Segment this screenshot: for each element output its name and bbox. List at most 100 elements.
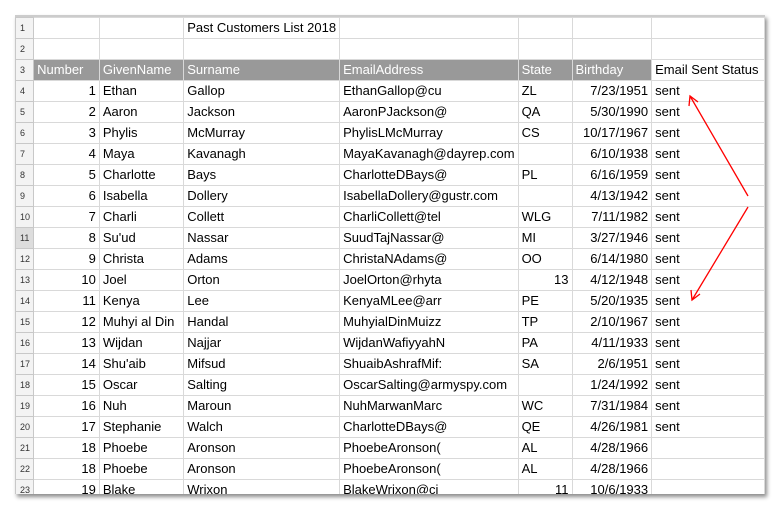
column-header[interactable]: GivenName xyxy=(98,59,185,81)
surname-cell[interactable]: Kavanagh xyxy=(183,143,341,165)
surname-cell[interactable]: Bays xyxy=(183,164,341,186)
state-cell[interactable] xyxy=(517,374,573,396)
surname-cell[interactable]: Orton xyxy=(183,269,341,291)
number-cell[interactable]: 2 xyxy=(33,101,100,123)
email-cell[interactable]: PhylisLMcMurray xyxy=(339,122,519,144)
birthday-cell[interactable]: 10/17/1967 xyxy=(571,122,653,144)
given-name-cell[interactable]: Nuh xyxy=(98,395,185,417)
number-cell[interactable]: 9 xyxy=(33,248,100,270)
birthday-cell[interactable]: 6/14/1980 xyxy=(571,248,653,270)
given-name-cell[interactable]: Blake xyxy=(98,479,185,494)
status-cell[interactable]: sent xyxy=(651,416,765,438)
number-cell[interactable]: 8 xyxy=(33,227,100,249)
status-cell[interactable]: sent xyxy=(651,374,765,396)
email-cell[interactable]: MuhyialDinMuizz xyxy=(339,311,519,333)
status-cell[interactable]: sent xyxy=(651,395,765,417)
surname-cell[interactable]: Handal xyxy=(183,311,341,333)
surname-cell[interactable]: Maroun xyxy=(183,395,341,417)
number-cell[interactable]: 3 xyxy=(33,122,100,144)
email-cell[interactable]: OscarSalting@armyspy.com xyxy=(339,374,519,396)
surname-cell[interactable]: Collett xyxy=(183,206,341,228)
birthday-cell[interactable]: 5/30/1990 xyxy=(571,101,653,123)
email-cell[interactable]: SuudTajNassar@ xyxy=(339,227,519,249)
row-header[interactable]: 5 xyxy=(15,101,35,123)
email-cell[interactable]: PhoebeAronson( xyxy=(339,458,519,480)
given-name-cell[interactable]: Charlotte xyxy=(98,164,185,186)
birthday-cell[interactable]: 6/16/1959 xyxy=(571,164,653,186)
state-cell[interactable]: CS xyxy=(517,122,573,144)
status-cell[interactable]: sent xyxy=(651,290,765,312)
row-header[interactable]: 1 xyxy=(15,17,35,39)
row-header[interactable]: 9 xyxy=(15,185,35,207)
state-cell[interactable]: AL xyxy=(517,437,573,459)
surname-cell[interactable]: Lee xyxy=(183,290,341,312)
row-header[interactable]: 17 xyxy=(15,353,35,375)
surname-cell[interactable]: Dollery xyxy=(183,185,341,207)
state-cell[interactable]: AL xyxy=(517,458,573,480)
status-cell[interactable]: sent xyxy=(651,164,765,186)
email-cell[interactable]: WijdanWafiyyahN xyxy=(339,332,519,354)
cell[interactable] xyxy=(517,17,573,39)
column-header[interactable]: Email Sent Status xyxy=(651,59,765,81)
row-header[interactable]: 18 xyxy=(15,374,35,396)
state-cell[interactable]: PE xyxy=(517,290,573,312)
number-cell[interactable]: 1 xyxy=(33,80,100,102)
row-header[interactable]: 12 xyxy=(15,248,35,270)
given-name-cell[interactable]: Phoebe xyxy=(98,458,185,480)
number-cell[interactable]: 14 xyxy=(33,353,100,375)
column-header[interactable]: Number xyxy=(33,59,100,81)
birthday-cell[interactable]: 2/6/1951 xyxy=(571,353,653,375)
birthday-cell[interactable]: 10/6/1933 xyxy=(571,479,653,494)
birthday-cell[interactable]: 4/11/1933 xyxy=(571,332,653,354)
email-cell[interactable]: AaronPJackson@ xyxy=(339,101,519,123)
given-name-cell[interactable]: Maya xyxy=(98,143,185,165)
row-header[interactable]: 7 xyxy=(15,143,35,165)
number-cell[interactable]: 11 xyxy=(33,290,100,312)
status-cell[interactable]: sent xyxy=(651,143,765,165)
email-cell[interactable]: CharliCollett@tel xyxy=(339,206,519,228)
status-cell[interactable]: sent xyxy=(651,332,765,354)
status-cell[interactable] xyxy=(651,437,765,459)
surname-cell[interactable]: Wrixon xyxy=(183,479,341,494)
email-cell[interactable]: CharlotteDBays@ xyxy=(339,164,519,186)
email-cell[interactable]: KenyaMLee@arr xyxy=(339,290,519,312)
surname-cell[interactable]: McMurray xyxy=(183,122,341,144)
state-cell[interactable]: OO xyxy=(517,248,573,270)
state-cell[interactable] xyxy=(517,185,573,207)
birthday-cell[interactable]: 7/11/1982 xyxy=(571,206,653,228)
surname-cell[interactable]: Adams xyxy=(183,248,341,270)
surname-cell[interactable]: Nassar xyxy=(183,227,341,249)
cell[interactable] xyxy=(339,17,519,39)
birthday-cell[interactable]: 4/28/1966 xyxy=(571,458,653,480)
number-cell[interactable]: 13 xyxy=(33,332,100,354)
state-cell[interactable] xyxy=(517,143,573,165)
state-cell[interactable]: MI xyxy=(517,227,573,249)
status-cell[interactable]: sent xyxy=(651,101,765,123)
birthday-cell[interactable]: 4/26/1981 xyxy=(571,416,653,438)
email-cell[interactable]: IsabellaDollery@gustr.com xyxy=(339,185,519,207)
email-cell[interactable]: PhoebeAronson( xyxy=(339,437,519,459)
surname-cell[interactable]: Aronson xyxy=(183,458,341,480)
birthday-cell[interactable]: 7/31/1984 xyxy=(571,395,653,417)
given-name-cell[interactable]: Shu'aib xyxy=(98,353,185,375)
email-cell[interactable]: EthanGallop@cu xyxy=(339,80,519,102)
given-name-cell[interactable]: Joel xyxy=(98,269,185,291)
surname-cell[interactable]: Najjar xyxy=(183,332,341,354)
email-cell[interactable]: BlakeWrixon@ci xyxy=(339,479,519,494)
state-cell[interactable]: PL xyxy=(517,164,573,186)
given-name-cell[interactable]: Wijdan xyxy=(98,332,185,354)
state-cell[interactable]: ZL xyxy=(517,80,573,102)
cell[interactable] xyxy=(571,38,653,60)
column-header[interactable]: Surname xyxy=(183,59,341,81)
cell[interactable] xyxy=(98,38,185,60)
state-cell[interactable]: PA xyxy=(517,332,573,354)
status-cell[interactable]: sent xyxy=(651,122,765,144)
row-header[interactable]: 21 xyxy=(15,437,35,459)
row-header[interactable]: 20 xyxy=(15,416,35,438)
email-cell[interactable]: ChristaNAdams@ xyxy=(339,248,519,270)
birthday-cell[interactable]: 5/20/1935 xyxy=(571,290,653,312)
row-header[interactable]: 4 xyxy=(15,80,35,102)
given-name-cell[interactable]: Kenya xyxy=(98,290,185,312)
number-cell[interactable]: 17 xyxy=(33,416,100,438)
state-cell[interactable]: WLG xyxy=(517,206,573,228)
